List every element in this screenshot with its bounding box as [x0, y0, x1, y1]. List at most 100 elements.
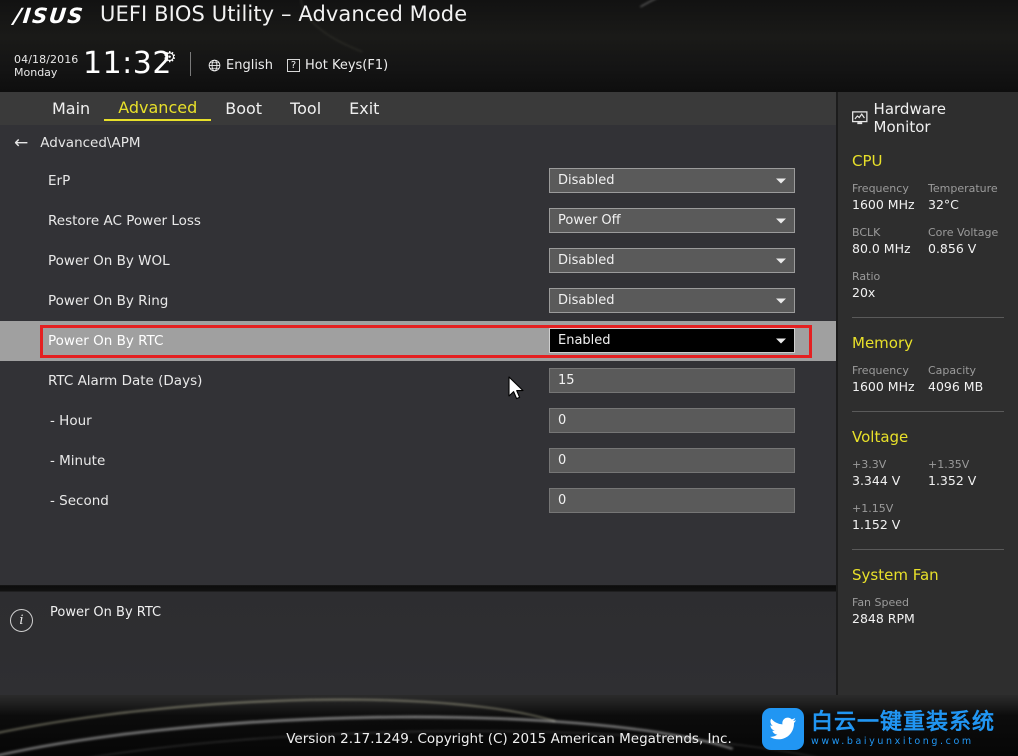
setting-label: ErP: [48, 173, 71, 189]
watermark-badge: [762, 708, 804, 750]
table-row[interactable]: - Second 0: [0, 481, 838, 521]
memory-stats-row-1: Frequency 1600 MHz Capacity 4096 MB: [852, 363, 1004, 396]
header-divider: [190, 52, 191, 76]
setting-control[interactable]: 0: [549, 448, 795, 473]
help-info-text: Power On By RTC: [50, 605, 162, 620]
dropdown-value: Disabled: [558, 253, 615, 268]
arrow-left-icon[interactable]: ←: [14, 134, 28, 152]
sidebar-group-cpu: CPU: [852, 152, 883, 170]
stat-key: Frequency: [852, 182, 909, 195]
stat-value: 32°C: [928, 197, 959, 212]
question-box-icon: ?: [287, 59, 300, 72]
asus-logo: /ISUS: [12, 4, 86, 28]
setting-control[interactable]: 0: [549, 488, 795, 513]
table-row[interactable]: Restore AC Power Loss Power Off: [0, 201, 838, 241]
help-info-bar: [0, 585, 838, 695]
setting-label: Restore AC Power Loss: [48, 213, 201, 229]
stat-value: 3.344 V: [852, 473, 901, 488]
dropdown-value: Power Off: [558, 213, 621, 228]
header-streak-decor: [593, 0, 1018, 92]
voltage-stats-row-2: +1.15V 1.152 V: [852, 501, 1004, 534]
main-menu-bar: Main Advanced Boot Tool Exit: [0, 92, 838, 125]
chevron-down-icon: [776, 298, 786, 303]
tab-exit[interactable]: Exit: [335, 98, 393, 120]
chevron-down-icon: [776, 178, 786, 183]
gear-icon[interactable]: ⚙: [163, 48, 176, 66]
bird-icon: [770, 717, 796, 740]
language-selector[interactable]: English: [208, 58, 273, 73]
tab-boot[interactable]: Boot: [211, 98, 276, 120]
stat-key: Fan Speed: [852, 596, 910, 609]
stat-value: 2848 RPM: [852, 611, 915, 626]
breadcrumb-path: Advanced\APM: [40, 135, 141, 151]
rtc-second-input[interactable]: 0: [549, 488, 795, 513]
stat-value: 80.0 MHz: [852, 241, 911, 256]
power-on-by-ring-dropdown[interactable]: Disabled: [549, 288, 795, 313]
rtc-alarm-date-input[interactable]: 15: [549, 368, 795, 393]
table-row[interactable]: RTC Alarm Date (Days) 15: [0, 361, 838, 401]
table-row[interactable]: ErP Disabled: [0, 161, 838, 201]
setting-control[interactable]: Power Off: [549, 208, 795, 233]
info-icon: i: [10, 609, 33, 632]
stat-value: 1600 MHz: [852, 379, 915, 394]
hardware-monitor-sidebar: Hardware Monitor CPU Frequency 1600 MHz …: [838, 92, 1018, 695]
setting-control[interactable]: Disabled: [549, 288, 795, 313]
sidebar-title: Hardware Monitor: [873, 100, 946, 136]
watermark-url: www.baiyunxitong.com: [811, 735, 974, 747]
stat-key: BCLK: [852, 226, 881, 239]
setting-control[interactable]: Disabled: [549, 248, 795, 273]
footer-streak-decor: [0, 701, 783, 756]
table-row[interactable]: - Minute 0: [0, 441, 838, 481]
date-text: 04/18/2016: [14, 53, 79, 66]
sidebar-title-row: Hardware Monitor: [852, 100, 1004, 136]
setting-label: Power On By WOL: [48, 253, 170, 269]
tab-main[interactable]: Main: [38, 98, 104, 120]
clock-text: 11:32: [83, 46, 172, 81]
stat-value: 4096 MB: [928, 379, 984, 394]
setting-control[interactable]: Disabled: [549, 168, 795, 193]
header-streak-decor: [694, 13, 1018, 92]
stat-cell: +1.15V 1.152 V: [852, 501, 928, 534]
stat-cell: +1.35V 1.352 V: [928, 457, 1004, 490]
setting-label: RTC Alarm Date (Days): [48, 373, 203, 389]
hotkeys-label: Hot Keys(F1): [305, 58, 389, 73]
sidebar-divider-line: [852, 317, 1004, 318]
tab-tool[interactable]: Tool: [276, 98, 335, 120]
setting-control[interactable]: 0: [549, 408, 795, 433]
restore-ac-power-loss-dropdown[interactable]: Power Off: [549, 208, 795, 233]
setting-label: - Minute: [50, 453, 106, 469]
rtc-hour-input[interactable]: 0: [549, 408, 795, 433]
settings-panel: ErP Disabled Restore AC Power Loss Power…: [0, 161, 838, 585]
weekday-text: Monday: [14, 66, 58, 79]
header-streak-decor: [530, 0, 1018, 92]
table-row[interactable]: Power On By Ring Disabled: [0, 281, 838, 321]
erp-dropdown[interactable]: Disabled: [549, 168, 795, 193]
setting-label: - Hour: [50, 413, 92, 429]
setting-control[interactable]: Enabled: [549, 328, 795, 353]
dropdown-value: Disabled: [558, 173, 615, 188]
table-row[interactable]: - Hour 0: [0, 401, 838, 441]
stat-cell: Core Voltage 0.856 V: [928, 225, 1004, 258]
header-bar: /ISUS UEFI BIOS Utility – Advanced Mode …: [0, 0, 1018, 92]
stat-key: +1.15V: [852, 502, 894, 515]
stat-cell-empty: [928, 501, 1004, 534]
power-on-by-rtc-dropdown[interactable]: Enabled: [549, 328, 795, 353]
hotkeys-button[interactable]: ? Hot Keys(F1): [287, 58, 388, 73]
stat-cell-empty: [928, 269, 1004, 302]
stat-cell-empty: [928, 595, 1004, 628]
language-label: English: [226, 58, 273, 73]
rtc-minute-input[interactable]: 0: [549, 448, 795, 473]
sidebar-divider-line: [852, 411, 1004, 412]
stat-cell: Temperature 32°C: [928, 181, 1004, 214]
setting-control[interactable]: 15: [549, 368, 795, 393]
input-value: 0: [558, 413, 567, 428]
table-row[interactable]: Power On By WOL Disabled: [0, 241, 838, 281]
power-on-by-wol-dropdown[interactable]: Disabled: [549, 248, 795, 273]
stat-cell: Frequency 1600 MHz: [852, 181, 928, 214]
cpu-stats-row-1: Frequency 1600 MHz Temperature 32°C: [852, 181, 1004, 214]
table-row-selected[interactable]: Power On By RTC Enabled: [0, 321, 838, 361]
tab-advanced[interactable]: Advanced: [104, 97, 212, 121]
stat-cell: Capacity 4096 MB: [928, 363, 1004, 396]
voltage-stats-row-1: +3.3V 3.344 V +1.35V 1.352 V: [852, 457, 1004, 490]
stat-cell: Ratio 20x: [852, 269, 928, 302]
